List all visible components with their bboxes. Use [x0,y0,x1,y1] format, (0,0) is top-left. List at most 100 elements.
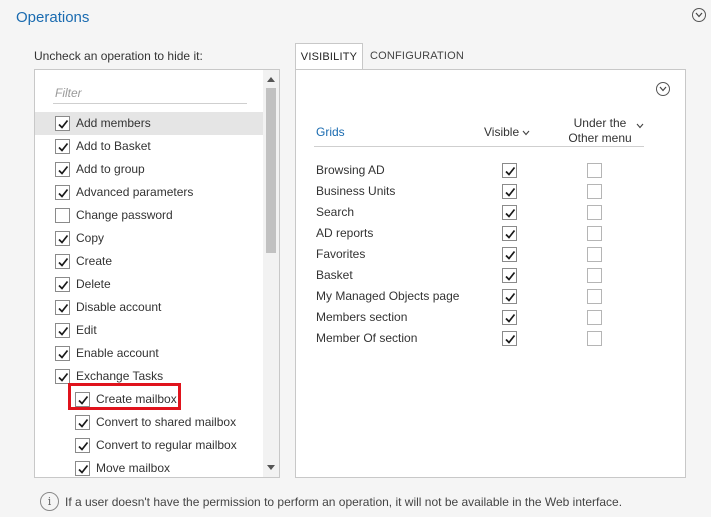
visible-checkbox[interactable] [502,331,517,346]
grid-name: Favorites [316,247,366,261]
other-menu-checkbox[interactable] [587,205,602,220]
check-icon [58,280,69,290]
other-menu-checkbox[interactable] [587,331,602,346]
visible-checkbox[interactable] [502,205,517,220]
visible-checkbox[interactable] [502,289,517,304]
checkbox[interactable] [55,346,70,361]
chevron-circle-icon[interactable] [692,8,706,22]
other-menu-checkbox[interactable] [587,226,602,241]
visible-checkbox[interactable] [502,247,517,262]
column-grids: Grids [316,125,345,139]
list-item[interactable]: Add members [35,112,265,135]
checkbox[interactable] [55,323,70,338]
list-item-label: Disable account [76,300,162,314]
check-icon [58,142,69,152]
list-item[interactable]: Change password [35,204,265,227]
visible-checkbox[interactable] [502,163,517,178]
check-icon [505,166,516,176]
filter-input[interactable] [53,82,247,104]
other-menu-checkbox[interactable] [587,247,602,262]
visible-checkbox[interactable] [502,184,517,199]
check-icon [505,187,516,197]
visible-checkbox[interactable] [502,310,517,325]
list-item-label: Change password [76,208,173,222]
grid-name: Browsing AD [316,163,385,177]
tab-visibility[interactable]: VISIBILITY [295,43,363,71]
checkbox[interactable] [55,116,70,131]
info-icon: i [40,492,59,511]
list-item[interactable]: Create [35,250,265,273]
other-menu-checkbox[interactable] [587,310,602,325]
checkbox[interactable] [55,231,70,246]
checkbox[interactable] [55,162,70,177]
checkbox[interactable] [75,461,90,476]
grid-name: Members section [316,310,408,324]
check-icon [58,326,69,336]
table-row: Member Of section [314,328,644,349]
section-title: Operations [16,9,90,26]
list-item[interactable]: Edit [35,319,265,342]
list-item[interactable]: Add to Basket [35,135,265,158]
list-item-label: Edit [76,323,97,337]
other-menu-checkbox[interactable] [587,268,602,283]
tab-configuration[interactable]: CONFIGURATION [363,43,471,70]
column-visible[interactable]: Visible [484,125,530,139]
chevron-circle-icon[interactable] [656,82,670,96]
other-menu-checkbox[interactable] [587,163,602,178]
list-item-label: Exchange Tasks [76,369,164,383]
checkbox[interactable] [55,185,70,200]
grid-name: My Managed Objects page [316,289,460,303]
list-item-label: Create [76,254,113,268]
checkbox[interactable] [75,438,90,453]
check-icon [505,250,516,260]
table-row: Favorites [314,244,644,265]
list-item[interactable]: Convert to regular mailbox [35,434,265,457]
list-item[interactable]: Move mailbox [35,457,265,477]
scroll-thumb[interactable] [266,88,276,253]
scroll-up-arrow-icon[interactable] [267,77,275,82]
chevron-down-icon [636,123,644,129]
checkbox[interactable] [55,254,70,269]
visibility-panel: Grids Visible Under the Other menu Brows… [295,69,686,478]
list-item[interactable]: Delete [35,273,265,296]
visible-checkbox[interactable] [502,226,517,241]
grid-name: Basket [316,268,353,282]
checkbox[interactable] [55,277,70,292]
table-row: Business Units [314,181,644,202]
check-icon [58,372,69,382]
checkbox[interactable] [55,139,70,154]
list-item-label: Convert to shared mailbox [96,415,237,429]
visible-checkbox[interactable] [502,268,517,283]
list-item[interactable]: Add to group [35,158,265,181]
other-menu-checkbox[interactable] [587,184,602,199]
check-icon [505,313,516,323]
other-menu-checkbox[interactable] [587,289,602,304]
list-item[interactable]: Copy [35,227,265,250]
list-item[interactable]: Enable account [35,342,265,365]
column-visible-label: Visible [484,125,520,139]
scroll-down-arrow-icon[interactable] [267,465,275,470]
check-icon [58,165,69,175]
table-row: My Managed Objects page [314,286,644,307]
list-item[interactable]: Disable account [35,296,265,319]
list-item-label: Copy [76,231,105,245]
table-row: Search [314,202,644,223]
list-item-label: Move mailbox [96,461,171,475]
list-item[interactable]: Convert to shared mailbox [35,411,265,434]
check-icon [58,234,69,244]
grid-name: Member Of section [316,331,418,345]
info-text: If a user doesn't have the permission to… [65,495,623,509]
list-item-label: Add to group [76,162,145,176]
check-icon [78,441,89,451]
list-item-label: Add members [76,116,151,130]
list-item[interactable]: Advanced parameters [35,181,265,204]
scrollbar[interactable] [263,70,279,477]
checkbox[interactable] [55,300,70,315]
checkbox[interactable] [75,415,90,430]
check-icon [58,257,69,267]
checkbox[interactable] [55,208,70,223]
column-other-menu[interactable]: Under the Other menu [560,116,644,146]
grid-name: Search [316,205,355,219]
checkbox[interactable] [55,369,70,384]
list-item-label: Advanced parameters [76,185,194,199]
